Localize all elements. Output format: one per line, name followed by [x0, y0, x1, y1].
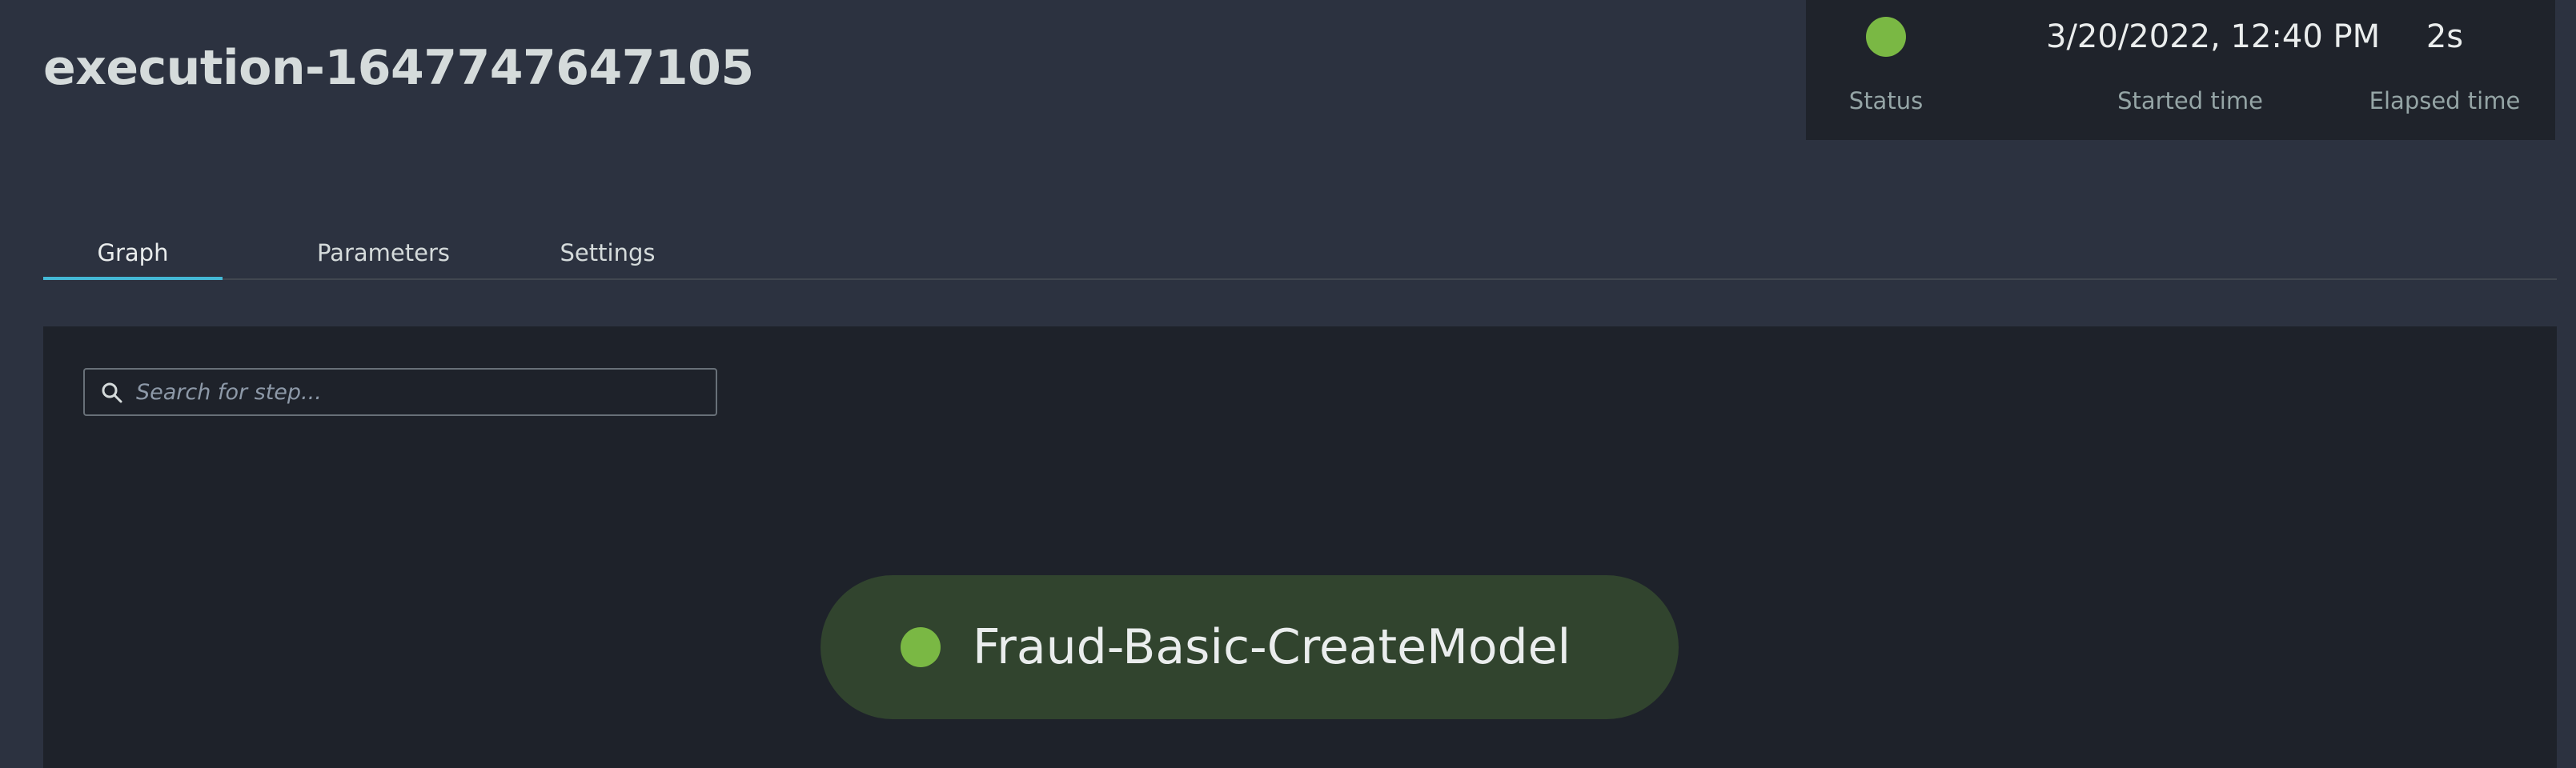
step-label: Fraud-Basic-CreateModel	[973, 619, 1571, 675]
tab-bar: Graph Parameters Settings	[43, 234, 2557, 280]
page-title: execution-1647747647105	[43, 40, 754, 96]
graph-panel: Fraud-Basic-CreateModel	[43, 326, 2557, 768]
elapsed-time-field: 2s Elapsed time	[2334, 0, 2555, 140]
search-box	[83, 368, 717, 416]
started-time-label: Started time	[2117, 87, 2263, 114]
status-success-indicator-icon	[1866, 17, 1906, 57]
started-time-field: 3/20/2022, 12:40 PM Started time	[2046, 0, 2381, 140]
tab-settings[interactable]: Settings	[492, 234, 724, 278]
elapsed-time-value: 2s	[2426, 18, 2464, 55]
tab-parameters[interactable]: Parameters	[251, 234, 516, 278]
elapsed-time-label: Elapsed time	[2369, 87, 2521, 114]
step-node-fraud-basic-createmodel[interactable]: Fraud-Basic-CreateModel	[821, 575, 1679, 719]
status-label: Status	[1848, 87, 1924, 114]
execution-summary-panel: Status 3/20/2022, 12:40 PM Started time …	[1806, 0, 2555, 140]
search-icon	[102, 382, 122, 403]
status-field: Status	[1806, 0, 1966, 140]
tab-graph[interactable]: Graph	[43, 234, 223, 280]
search-input[interactable]	[136, 370, 696, 414]
step-success-indicator-icon	[901, 627, 941, 667]
started-time-value: 3/20/2022, 12:40 PM	[2046, 18, 2381, 55]
